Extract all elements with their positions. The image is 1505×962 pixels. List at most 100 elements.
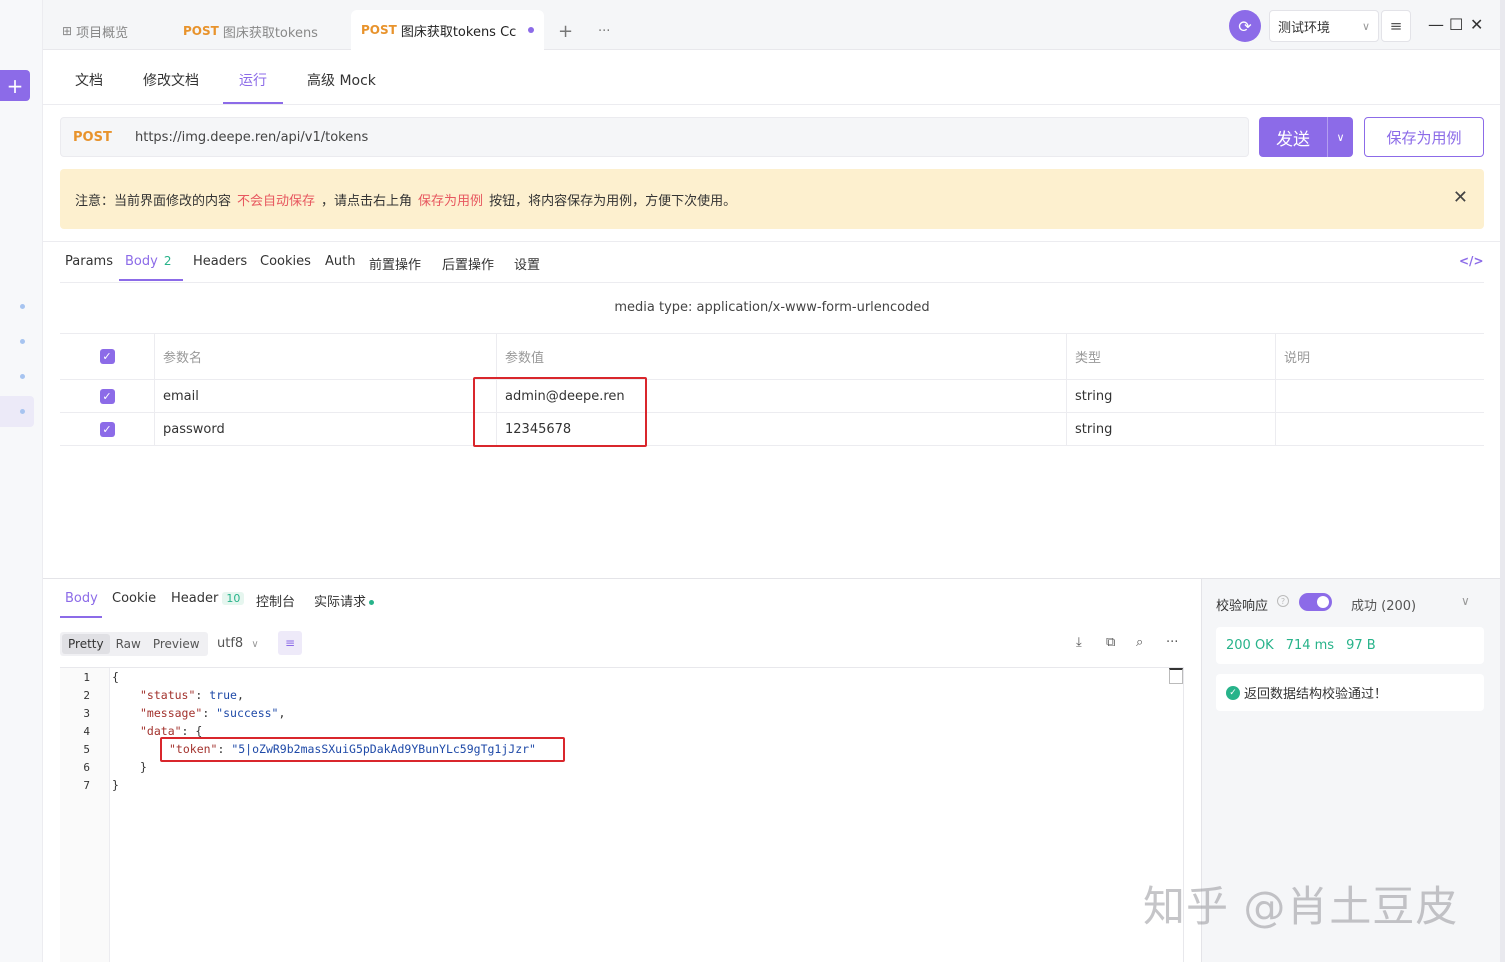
row-checkbox[interactable]: ✓ <box>99 421 115 437</box>
resp-tab-cookie[interactable]: Cookie <box>112 591 156 606</box>
minimize-icon[interactable]: — <box>1428 15 1444 34</box>
tab-cookies[interactable]: Cookies <box>260 254 311 269</box>
format-raw[interactable]: Raw <box>110 634 147 654</box>
wrap-lines-icon[interactable]: ≡ <box>278 631 302 655</box>
format-pretty[interactable]: Pretty <box>62 634 110 654</box>
tab-auth[interactable]: Auth <box>325 254 355 269</box>
response-size: 97 B <box>1346 638 1376 653</box>
tab-mock[interactable]: 高级 Mock <box>307 70 376 90</box>
json-key: "message" <box>140 706 203 720</box>
chevron-down-icon[interactable]: ∨ <box>1327 117 1353 157</box>
scrollbar[interactable] <box>1169 668 1183 684</box>
tab-project-overview[interactable]: ⊞ 项目概览 <box>62 12 128 50</box>
hamburger-icon[interactable]: ≡ <box>1381 10 1411 42</box>
tab-settings[interactable]: 设置 <box>514 254 540 273</box>
http-status: 200 OK <box>1226 638 1274 653</box>
notice-text: 注意：当前界面修改的内容 <box>75 193 232 209</box>
resp-tab-actual-request[interactable]: 实际请求 <box>314 591 375 610</box>
tree-dot[interactable] <box>20 304 25 309</box>
tab-request-1[interactable]: POST 图床获取tokens <box>183 12 318 50</box>
code-line: } <box>112 778 119 792</box>
highlight-box <box>160 737 565 762</box>
tab-post-ops[interactable]: 后置操作 <box>442 254 494 273</box>
param-type[interactable]: string <box>1066 413 1275 445</box>
validate-toggle[interactable] <box>1299 593 1332 611</box>
response-code-viewer[interactable]: 1 2 3 4 5 6 7 { "status": true, "message… <box>60 667 1184 962</box>
tab-label: Header <box>171 591 219 606</box>
param-desc[interactable] <box>1275 413 1484 445</box>
tab-headers[interactable]: Headers <box>193 254 247 269</box>
top-tab-bar: ⊞ 项目概览 POST 图床获取tokens POST 图床获取tokens C… <box>43 0 1500 50</box>
left-rail: + <box>0 0 43 962</box>
resp-tab-header[interactable]: Header 10 <box>171 591 245 606</box>
param-name[interactable]: password <box>154 413 496 445</box>
tab-body[interactable]: Body 2 <box>125 254 171 269</box>
tab-edit-doc[interactable]: 修改文档 <box>143 70 199 90</box>
tab-run[interactable]: 运行 <box>239 70 267 90</box>
tab-method: POST <box>361 23 397 37</box>
maximize-icon[interactable]: ☐ <box>1449 15 1463 34</box>
response-time: 714 ms <box>1285 638 1335 653</box>
resp-tab-console[interactable]: 控制台 <box>256 591 295 610</box>
search-icon[interactable]: ⌕ <box>1136 635 1143 650</box>
method-select[interactable]: POST <box>73 130 135 145</box>
table-row: ✓ password 12345678 string <box>60 413 1484 446</box>
chevron-down-icon[interactable]: ∨ <box>1461 594 1470 608</box>
help-icon[interactable]: ? <box>1277 595 1289 607</box>
encoding-select[interactable]: utf8 ∨ <box>217 636 259 651</box>
doc-subtabs: 文档 修改文档 运行 高级 Mock <box>43 50 1500 105</box>
watermark: 知乎 @肖土豆皮 <box>1143 882 1459 931</box>
code-line: } <box>140 760 147 774</box>
tab-pre-ops[interactable]: 前置操作 <box>369 254 421 273</box>
tab-doc[interactable]: 文档 <box>75 70 103 90</box>
schema-check-message: 返回数据结构校验通过！ <box>1244 687 1388 702</box>
column-header: 说明 <box>1275 334 1484 379</box>
url-bar[interactable]: POST https://img.deepe.ren/api/v1/tokens <box>60 117 1249 157</box>
status-dot <box>369 600 375 605</box>
notice-banner: 注意：当前界面修改的内容 不会自动保存 ，请点击右上角 保存为用例 按钮，将内容… <box>60 169 1484 229</box>
validation-status[interactable]: 成功 (200) <box>1351 595 1416 614</box>
line-number: 4 <box>83 725 90 738</box>
resp-tab-body[interactable]: Body <box>65 591 98 606</box>
add-icon[interactable]: + <box>0 70 30 101</box>
param-name[interactable]: email <box>154 380 496 412</box>
active-tab-underline <box>119 279 183 281</box>
param-type[interactable]: string <box>1066 380 1275 412</box>
tree-dot[interactable] <box>20 409 25 414</box>
checkbox-cell: ✓ <box>60 413 154 445</box>
notice-highlight: 不会自动保存 <box>237 193 316 209</box>
row-checkbox[interactable]: ✓ <box>99 388 115 404</box>
tree-dot[interactable] <box>20 374 25 379</box>
tree-item-selected[interactable] <box>0 396 34 427</box>
more-tabs-button[interactable]: ··· <box>598 12 610 50</box>
tab-label: Body <box>125 254 158 269</box>
send-button[interactable]: 发送 ∨ <box>1259 117 1353 157</box>
env-label: 测试环境 <box>1278 20 1331 36</box>
param-desc[interactable] <box>1275 380 1484 412</box>
notice-highlight: 保存为用例 <box>418 193 484 209</box>
url-input[interactable]: https://img.deepe.ren/api/v1/tokens <box>135 130 368 145</box>
more-icon[interactable]: ··· <box>1166 635 1178 650</box>
sync-icon[interactable]: ⟳ <box>1229 10 1261 42</box>
code-line: { <box>112 670 119 684</box>
add-tab-button[interactable]: + <box>558 12 573 50</box>
response-stats: 200 OK 714 ms 97 B <box>1216 627 1484 664</box>
environment-select[interactable]: 测试环境 ∨ <box>1269 10 1379 42</box>
tab-params[interactable]: Params <box>65 254 113 269</box>
json-value: "success" <box>216 706 279 720</box>
tab-request-2[interactable]: POST 图床获取tokens Cc <box>351 10 545 50</box>
tab-label: 项目概览 <box>76 25 129 41</box>
close-icon[interactable]: ✕ <box>1470 15 1483 34</box>
close-icon[interactable]: ✕ <box>1453 187 1468 208</box>
code-icon[interactable]: </> <box>1459 254 1484 268</box>
download-icon[interactable]: ⤓ <box>1076 635 1082 650</box>
line-number: 1 <box>83 671 90 684</box>
tree-dot[interactable] <box>20 339 25 344</box>
json-value: true <box>209 688 237 702</box>
column-header: 参数值 <box>496 334 1066 379</box>
select-all-checkbox[interactable]: ✓ <box>99 349 115 364</box>
format-preview[interactable]: Preview <box>147 634 206 654</box>
save-as-case-button[interactable]: 保存为用例 <box>1364 117 1484 157</box>
divider <box>43 241 1500 242</box>
copy-icon[interactable]: ⧉ <box>1106 635 1115 650</box>
